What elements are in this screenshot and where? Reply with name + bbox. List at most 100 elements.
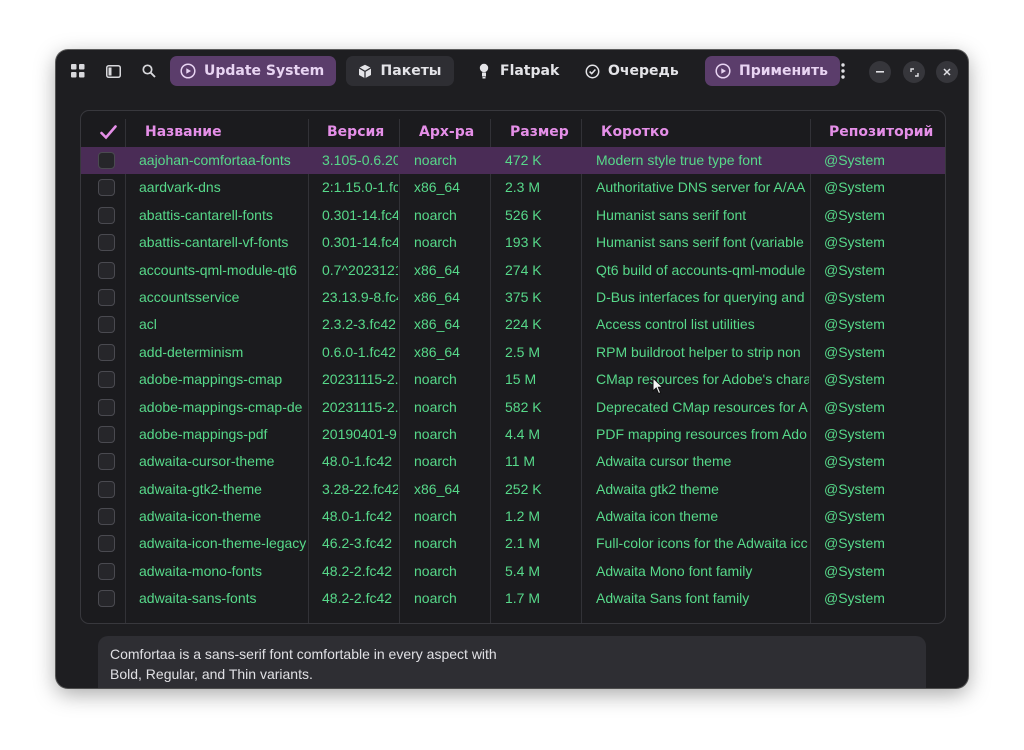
apply-button[interactable]: Применить bbox=[705, 56, 840, 86]
row-checkbox[interactable] bbox=[98, 453, 115, 471]
grid-view-icon[interactable] bbox=[66, 59, 90, 83]
cell-repo: @System bbox=[824, 261, 885, 278]
cell-name: adobe-mappings-cmap-de bbox=[139, 398, 303, 415]
cell-version: 0.301-14.fc4 bbox=[322, 206, 398, 223]
table-row[interactable]: aajohan-comfortaa-fonts 3.105-0.6.20 noarc… bbox=[81, 147, 945, 175]
cell-size: 5.4 M bbox=[505, 562, 541, 579]
cell-version: 0.7^2023121 bbox=[322, 261, 398, 278]
cell-repo: @System bbox=[824, 590, 885, 607]
horizontal-scrollbar[interactable] bbox=[81, 623, 945, 624]
table-row[interactable]: adwaita-gtk2-theme 3.28-22.fc42 x86_64 252 … bbox=[81, 476, 945, 503]
cell-summary: Adwaita Mono font family bbox=[596, 562, 753, 579]
cell-size: 252 K bbox=[505, 480, 542, 497]
cell-summary: Deprecated CMap resources for A bbox=[596, 398, 808, 415]
cell-size: 2.3 M bbox=[505, 179, 541, 196]
table-row[interactable]: adwaita-sans-fonts 48.2-2.fc42 noarch 1.7 M… bbox=[81, 585, 945, 612]
minimize-button[interactable] bbox=[869, 61, 891, 83]
tab-queue[interactable]: Очередь bbox=[574, 56, 691, 86]
maximize-button[interactable] bbox=[903, 61, 925, 83]
row-checkbox[interactable] bbox=[98, 288, 115, 306]
row-checkbox[interactable] bbox=[98, 261, 115, 279]
cell-repo: @System bbox=[824, 398, 885, 415]
table-row[interactable]: add-determinism 0.6.0-1.fc42 x86_64 2.5 M RP… bbox=[81, 339, 945, 366]
cell-repo: @System bbox=[824, 480, 885, 497]
cell-version: 2:1.15.0-1.fc bbox=[322, 179, 398, 196]
cell-size: 472 K bbox=[505, 152, 542, 168]
search-icon[interactable] bbox=[137, 59, 161, 83]
table-row[interactable]: adobe-mappings-cmap-de 20231115-2. noarch 5… bbox=[81, 394, 945, 421]
cell-summary: PDF mapping resources from Ado bbox=[596, 425, 807, 442]
row-checkbox[interactable] bbox=[98, 179, 115, 197]
cell-name: adwaita-sans-fonts bbox=[139, 590, 257, 607]
cell-version: 20231115-2. bbox=[322, 398, 398, 415]
cell-version: 46.2-3.fc42 bbox=[322, 535, 393, 552]
row-checkbox[interactable] bbox=[98, 508, 115, 526]
row-checkbox[interactable] bbox=[98, 343, 115, 361]
cell-summary: Modern style true type font bbox=[596, 152, 762, 168]
row-checkbox[interactable] bbox=[98, 398, 115, 416]
cell-name: acl bbox=[139, 316, 157, 333]
table-row[interactable]: adwaita-cursor-theme 48.0-1.fc42 noarch 11 … bbox=[81, 448, 945, 475]
cell-version: 2.3.2-3.fc42 bbox=[322, 316, 396, 333]
cell-size: 11 M bbox=[505, 453, 536, 470]
tab-packages[interactable]: Пакеты bbox=[346, 56, 454, 86]
cell-arch: noarch bbox=[414, 425, 457, 442]
cell-arch: noarch bbox=[414, 398, 457, 415]
table-body: aajohan-comfortaa-fonts 3.105-0.6.20 noarc… bbox=[81, 147, 945, 613]
cell-version: 20190401-9. bbox=[322, 425, 398, 442]
table-row[interactable]: abattis-cantarell-vf-fonts 0.301-14.fc4 no… bbox=[81, 229, 945, 256]
row-checkbox[interactable] bbox=[98, 316, 115, 334]
cell-repo: @System bbox=[824, 508, 885, 525]
table-row[interactable]: acl 2.3.2-3.fc42 x86_64 224 K Access control… bbox=[81, 311, 945, 338]
row-checkbox[interactable] bbox=[98, 206, 115, 224]
row-checkbox[interactable] bbox=[98, 425, 115, 443]
menu-kebab-icon[interactable] bbox=[831, 59, 855, 83]
table-row[interactable]: aardvark-dns 2:1.15.0-1.fc x86_64 2.3 M Auth… bbox=[81, 174, 945, 201]
cell-size: 193 K bbox=[505, 234, 542, 251]
row-checkbox[interactable] bbox=[98, 590, 115, 608]
play-circle-icon bbox=[180, 63, 196, 79]
cell-arch: noarch bbox=[414, 453, 457, 470]
cell-name: adwaita-mono-fonts bbox=[139, 562, 262, 579]
description-text: Comfortaa is a sans-serif font comfortab… bbox=[110, 646, 497, 682]
table-row[interactable]: adwaita-mono-fonts 48.2-2.fc42 noarch 5.4 M… bbox=[81, 558, 945, 585]
cell-name: adwaita-gtk2-theme bbox=[139, 480, 262, 497]
cell-size: 582 K bbox=[505, 398, 542, 415]
table-row[interactable]: accounts-qml-module-qt6 0.7^2023121 x86_64… bbox=[81, 257, 945, 284]
cell-arch: noarch bbox=[414, 508, 457, 525]
sidebar-toggle-icon[interactable] bbox=[101, 59, 125, 83]
cell-size: 375 K bbox=[505, 288, 542, 305]
cell-repo: @System bbox=[824, 425, 885, 442]
cell-name: adwaita-cursor-theme bbox=[139, 453, 275, 470]
cell-size: 2.5 M bbox=[505, 343, 541, 360]
cell-arch: x86_64 bbox=[414, 179, 460, 196]
cell-repo: @System bbox=[824, 343, 885, 360]
table-row[interactable]: adobe-mappings-pdf 20190401-9. noarch 4.4 M… bbox=[81, 421, 945, 448]
table-row[interactable]: adwaita-icon-theme 48.0-1.fc42 noarch 1.2 M… bbox=[81, 503, 945, 530]
close-button[interactable] bbox=[936, 61, 958, 83]
cell-name: accounts-qml-module-qt6 bbox=[139, 261, 297, 278]
table-row[interactable]: abattis-cantarell-fonts 0.301-14.fc4 noarc… bbox=[81, 202, 945, 229]
cell-summary: D-Bus interfaces for querying and bbox=[596, 288, 805, 305]
cell-arch: noarch bbox=[414, 590, 457, 607]
cell-version: 0.6.0-1.fc42 bbox=[322, 343, 396, 360]
row-checkbox[interactable] bbox=[98, 562, 115, 580]
cell-name: adwaita-icon-theme-legacy bbox=[139, 535, 307, 552]
cell-repo: @System bbox=[824, 562, 885, 579]
row-checkbox[interactable] bbox=[98, 152, 115, 169]
cell-name: aajohan-comfortaa-fonts bbox=[139, 152, 291, 168]
update-system-button[interactable]: Update System bbox=[170, 56, 337, 86]
cell-version: 48.0-1.fc42 bbox=[322, 453, 393, 470]
row-checkbox[interactable] bbox=[98, 371, 115, 389]
row-checkbox[interactable] bbox=[98, 535, 115, 553]
cell-arch: noarch bbox=[414, 206, 457, 223]
cell-size: 4.4 M bbox=[505, 425, 541, 442]
table-row[interactable]: adwaita-icon-theme-legacy 46.2-3.fc42 noar… bbox=[81, 530, 945, 557]
cell-version: 3.28-22.fc42 bbox=[322, 480, 398, 497]
row-checkbox[interactable] bbox=[98, 234, 115, 252]
row-checkbox[interactable] bbox=[98, 480, 115, 498]
table-row[interactable]: adobe-mappings-cmap 20231115-2. noarch 15 M… bbox=[81, 366, 945, 393]
table-row[interactable]: accountsservice 23.13.9-8.fc4 x86_64 375 K D… bbox=[81, 284, 945, 311]
tab-flatpak[interactable]: Flatpak bbox=[466, 56, 571, 86]
cell-size: 15 M bbox=[505, 371, 537, 388]
